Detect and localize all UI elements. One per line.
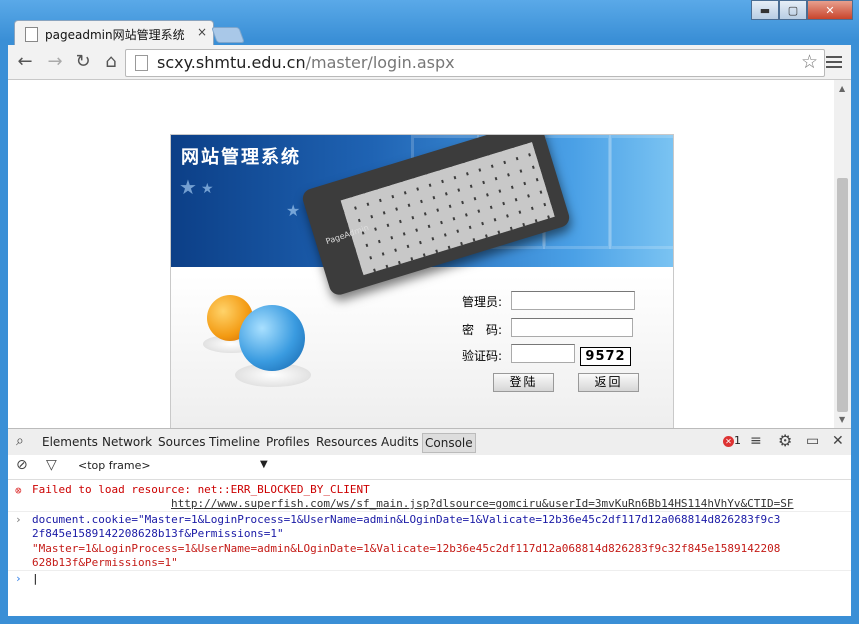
- scrollbar-thumb[interactable]: [837, 178, 848, 412]
- back-arrow-icon[interactable]: ←: [14, 51, 36, 73]
- error-icon: ✕: [723, 436, 734, 447]
- error-count-badge[interactable]: ✕ 1: [723, 434, 741, 447]
- tab-close-icon[interactable]: ×: [197, 25, 207, 39]
- console-prompt-input[interactable]: |: [32, 572, 39, 585]
- admin-username-input[interactable]: [511, 291, 635, 310]
- admin-label: 管理员:: [462, 295, 503, 309]
- tab-sources[interactable]: Sources: [158, 435, 205, 449]
- frame-select[interactable]: <top frame>: [78, 459, 151, 472]
- error-icon: ⊗: [15, 484, 22, 497]
- browser-toolbar: ← → ↻ ⌂ scxy.shmtu.edu.cn/master/login.a…: [8, 45, 851, 80]
- login-panel: ★ ★ ★ 网站管理系统 PageAdmin 管理员: 密 码: 验证码: 95…: [170, 134, 674, 430]
- password-label: 密 码:: [462, 323, 503, 337]
- address-bar[interactable]: scxy.shmtu.edu.cn/master/login.aspx ☆: [125, 49, 825, 77]
- password-input[interactable]: [511, 318, 633, 337]
- console-output: ⊗ Failed to load resource: net::ERR_BLOC…: [8, 480, 851, 616]
- bookmark-star-icon[interactable]: ☆: [801, 51, 818, 73]
- console-result-line-1: "Master=1&LoginProcess=1&UserName=admin&…: [32, 542, 781, 555]
- error-count: 1: [734, 434, 741, 447]
- browser-window: ▬ ▢ ✕ pageadmin网站管理系统 × ← → ↻ ⌂ scxy.shm…: [0, 0, 859, 624]
- tab-console[interactable]: Console: [422, 433, 476, 453]
- page-icon: [25, 27, 38, 42]
- window-controls: ▬ ▢ ✕: [751, 0, 853, 20]
- close-devtools-icon[interactable]: ✕: [832, 433, 844, 449]
- tab-resources[interactable]: Resources: [316, 435, 377, 449]
- tab-timeline[interactable]: Timeline: [209, 435, 260, 449]
- filter-funnel-icon[interactable]: ▽: [46, 457, 57, 473]
- maximize-button[interactable]: ▢: [779, 0, 807, 20]
- tab-title: pageadmin网站管理系统: [45, 28, 185, 42]
- captcha-label: 验证码:: [462, 349, 503, 363]
- login-button[interactable]: 登陆: [493, 373, 554, 392]
- star-decoration-icon: ★: [286, 201, 301, 220]
- close-window-button[interactable]: ✕: [807, 0, 853, 20]
- devtools-toolbar: ⌕ Elements Network Sources Timeline Prof…: [8, 428, 851, 456]
- captcha-image[interactable]: 9572: [580, 347, 631, 366]
- settings-gear-icon[interactable]: ⚙: [778, 431, 792, 450]
- url-text: scxy.shmtu.edu.cn/master/login.aspx: [157, 53, 455, 72]
- forward-arrow-icon[interactable]: →: [44, 51, 66, 73]
- page-icon: [135, 55, 148, 71]
- star-decoration-icon: ★: [179, 175, 197, 199]
- console-error-link[interactable]: http://www.superfish.com/ws/sf_main.jsp?…: [171, 497, 794, 510]
- url-path: /master/login.aspx: [305, 53, 455, 72]
- prompt-chevron-icon: ›: [15, 572, 22, 585]
- browser-tab[interactable]: pageadmin网站管理系统 ×: [14, 20, 214, 47]
- home-icon[interactable]: ⌂: [100, 51, 122, 73]
- console-filter-bar: ⊘ ▽ <top frame> ▼: [8, 455, 851, 480]
- console-result-line-2: 628b13f&Permissions=1": [32, 556, 178, 569]
- input-chevron-icon: ›: [15, 513, 22, 526]
- star-decoration-icon: ★: [201, 181, 214, 197]
- dock-icon[interactable]: ▭: [806, 433, 819, 449]
- page-scrollbar[interactable]: ▲ ▼: [834, 80, 851, 428]
- url-host: scxy.shmtu.edu.cn: [157, 53, 306, 72]
- banner-title: 网站管理系统: [181, 147, 301, 168]
- console-input-line-1: document.cookie="Master=1&LoginProcess=1…: [32, 513, 781, 526]
- menu-hamburger-icon[interactable]: [826, 53, 842, 71]
- tab-profiles[interactable]: Profiles: [266, 435, 310, 449]
- tab-network[interactable]: Network: [102, 435, 152, 449]
- console-drawer-icon[interactable]: ≡: [750, 433, 762, 449]
- reload-icon[interactable]: ↻: [72, 51, 94, 73]
- tab-elements[interactable]: Elements: [42, 435, 98, 449]
- page-content: ★ ★ ★ 网站管理系统 PageAdmin 管理员: 密 码: 验证码: 95…: [8, 80, 834, 430]
- chevron-down-icon[interactable]: ▼: [260, 459, 268, 470]
- clear-console-icon[interactable]: ⊘: [16, 457, 28, 473]
- console-input-line-2: 2f845e1589142208628b13f&Permissions=1": [32, 527, 284, 540]
- captcha-input[interactable]: [511, 344, 575, 363]
- globe-blue-image: [239, 305, 305, 371]
- minimize-button[interactable]: ▬: [751, 0, 779, 20]
- inspect-search-icon[interactable]: ⌕: [16, 433, 24, 449]
- new-tab-button[interactable]: [211, 27, 245, 43]
- back-button[interactable]: 返回: [578, 373, 639, 392]
- console-error-message: Failed to load resource: net::ERR_BLOCKE…: [32, 483, 370, 496]
- tab-audits[interactable]: Audits: [381, 435, 419, 449]
